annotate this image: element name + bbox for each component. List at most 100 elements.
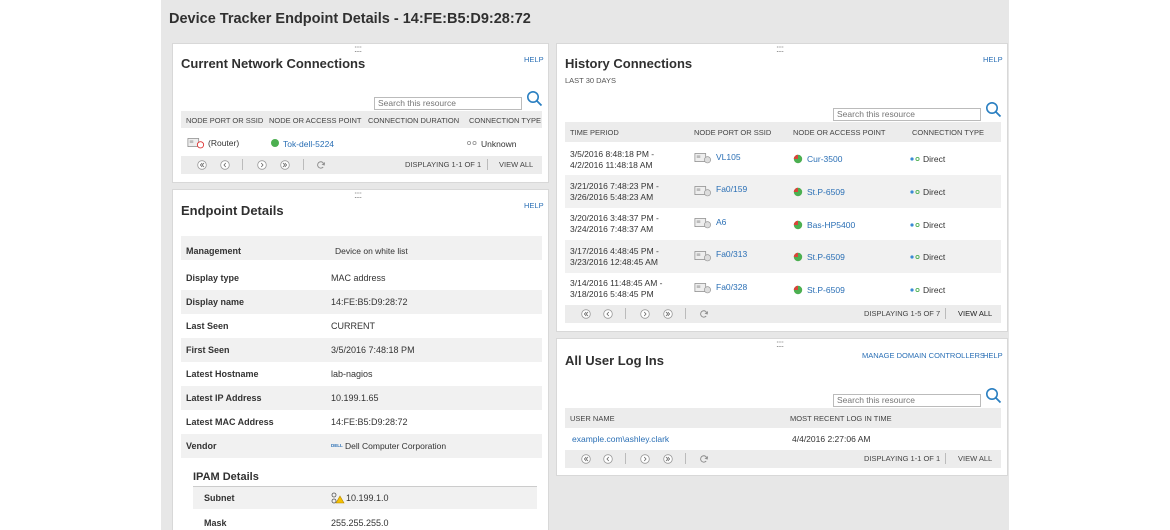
divider xyxy=(625,453,626,464)
latest-hostname-link[interactable]: lab-nagios xyxy=(331,369,373,379)
time-start: 3/21/2016 7:48:23 PM - xyxy=(570,181,659,191)
refresh-icon[interactable] xyxy=(316,160,326,170)
column-header[interactable]: CONNECTION TYPE xyxy=(469,116,541,125)
endpoint-details-panel: :::: Endpoint Details HELP Management De… xyxy=(172,189,549,530)
port-link[interactable]: Fa0/313 xyxy=(716,249,747,259)
port-cell: (Router) xyxy=(208,138,240,148)
port-link[interactable]: VL105 xyxy=(716,152,741,162)
node-status-icon xyxy=(793,154,803,164)
panel-title: History Connections xyxy=(565,56,693,71)
time-start: 3/20/2016 3:48:37 PM - xyxy=(570,213,659,223)
help-link[interactable]: HELP xyxy=(983,55,1003,64)
next-page-icon[interactable] xyxy=(640,454,650,464)
port-icon xyxy=(694,250,712,262)
view-all-link[interactable]: VIEW ALL xyxy=(499,160,533,169)
first-page-icon[interactable] xyxy=(197,160,207,170)
node-status-icon xyxy=(793,220,803,230)
connection-unknown-icon xyxy=(467,140,477,146)
search-box xyxy=(833,104,981,122)
column-header[interactable]: NODE OR ACCESS POINT xyxy=(793,128,886,137)
time-period-cell: 3/20/2016 3:48:37 PM - 3/24/2016 7:48:37… xyxy=(570,213,659,235)
search-icon[interactable] xyxy=(985,387,1002,404)
vendor-value: Dell Computer Corporation xyxy=(345,441,447,451)
drag-handle[interactable]: :::: xyxy=(354,191,362,201)
vendor-label: Vendor xyxy=(186,441,217,451)
first-page-icon[interactable] xyxy=(581,454,591,464)
table-header: USER NAME MOST RECENT LOG IN TIME xyxy=(565,408,1001,428)
view-all-link[interactable]: VIEW ALL xyxy=(958,309,992,318)
connection-type-cell: Direct xyxy=(923,252,946,262)
help-link[interactable]: HELP xyxy=(524,201,544,210)
port-link[interactable]: Fa0/159 xyxy=(716,184,747,194)
column-header[interactable]: MOST RECENT LOG IN TIME xyxy=(790,414,892,423)
connection-type-cell: Direct xyxy=(923,187,946,197)
last-page-icon[interactable] xyxy=(663,454,673,464)
node-link[interactable]: Bas-HP5400 xyxy=(807,220,855,230)
node-link[interactable]: Tok-dell-5224 xyxy=(283,139,334,149)
login-time-cell: 4/4/2016 2:27:06 AM xyxy=(792,434,871,444)
column-header[interactable]: CONNECTION TYPE xyxy=(912,128,984,137)
manage-domain-controllers-link[interactable]: MANAGE DOMAIN CONTROLLERS xyxy=(862,351,985,360)
node-link[interactable]: St.P-6509 xyxy=(807,252,845,262)
time-end: 3/23/2016 12:48:45 AM xyxy=(570,257,658,267)
last-page-icon[interactable] xyxy=(280,160,290,170)
time-start: 3/17/2016 4:48:45 PM - xyxy=(570,246,659,256)
search-input[interactable] xyxy=(833,393,981,407)
port-link[interactable]: Fa0/328 xyxy=(716,282,747,292)
latest-ip-link[interactable]: 10.199.1.65 xyxy=(331,393,379,403)
column-header[interactable]: USER NAME xyxy=(570,414,615,423)
dell-logo: DELL xyxy=(331,443,343,448)
node-link[interactable]: St.P-6509 xyxy=(807,285,845,295)
panel-title: Current Network Connections xyxy=(181,56,366,71)
view-all-link[interactable]: VIEW ALL xyxy=(958,454,992,463)
column-header[interactable]: CONNECTION DURATION xyxy=(368,116,459,125)
divider xyxy=(625,308,626,319)
column-header[interactable]: NODE PORT OR SSID xyxy=(694,128,771,137)
subnet-label: Subnet xyxy=(204,493,235,503)
column-header[interactable]: TIME PERIOD xyxy=(570,128,619,137)
help-link[interactable]: HELP xyxy=(524,55,544,64)
displaying-count: DISPLAYING 1-5 OF 7 xyxy=(864,309,941,318)
search-input[interactable] xyxy=(374,96,522,110)
last-page-icon[interactable] xyxy=(663,309,673,319)
node-link[interactable]: Cur-3500 xyxy=(807,154,842,164)
divider xyxy=(242,159,243,170)
user-logins-panel: :::: All User Log Ins MANAGE DOMAIN CONT… xyxy=(556,338,1008,476)
drag-handle[interactable]: :::: xyxy=(776,45,784,55)
latest-mac-link[interactable]: 14:FE:B5:D9:28:72 xyxy=(331,417,408,427)
time-period-cell: 3/5/2016 8:48:18 PM - 4/2/2016 11:48:18 … xyxy=(570,149,654,171)
refresh-icon[interactable] xyxy=(699,454,709,464)
prev-page-icon[interactable] xyxy=(603,309,613,319)
first-seen-label: First Seen xyxy=(186,345,230,355)
next-page-icon[interactable] xyxy=(257,160,267,170)
prev-page-icon[interactable] xyxy=(220,160,230,170)
next-page-icon[interactable] xyxy=(640,309,650,319)
column-header[interactable]: NODE OR ACCESS POINT xyxy=(269,116,362,125)
time-period-cell: 3/21/2016 7:48:23 PM - 3/26/2016 5:48:23… xyxy=(570,181,659,203)
pager: DISPLAYING 1-1 OF 1 VIEW ALL xyxy=(565,450,1001,468)
history-connections-panel: :::: History Connections LAST 30 DAYS HE… xyxy=(556,43,1008,332)
refresh-icon[interactable] xyxy=(699,309,709,319)
prev-page-icon[interactable] xyxy=(603,454,613,464)
first-page-icon[interactable] xyxy=(581,309,591,319)
search-input[interactable] xyxy=(833,107,981,121)
connection-type-cell: Direct xyxy=(923,285,946,295)
search-icon[interactable] xyxy=(526,90,543,107)
subnet-link[interactable]: 10.199.1.0 xyxy=(346,493,389,503)
node-link[interactable]: St.P-6509 xyxy=(807,187,845,197)
latest-hostname-label: Latest Hostname xyxy=(186,369,259,379)
displaying-count: DISPLAYING 1-1 OF 1 xyxy=(405,160,482,169)
table-header: TIME PERIOD NODE PORT OR SSID NODE OR AC… xyxy=(565,122,1001,142)
user-name-link[interactable]: example.com\ashley.clark xyxy=(572,434,669,444)
page-title: Device Tracker Endpoint Details - 14:FE:… xyxy=(169,11,531,27)
management-value-link[interactable]: Device on white list xyxy=(335,246,408,256)
search-icon[interactable] xyxy=(985,101,1002,118)
display-type-label: Display type xyxy=(186,273,240,283)
drag-handle[interactable]: :::: xyxy=(354,45,362,55)
help-link[interactable]: HELP xyxy=(983,351,1003,360)
column-header[interactable]: NODE PORT OR SSID xyxy=(186,116,263,125)
time-period-cell: 3/17/2016 4:48:45 PM - 3/23/2016 12:48:4… xyxy=(570,246,659,268)
panel-subtitle: LAST 30 DAYS xyxy=(565,76,616,85)
drag-handle[interactable]: :::: xyxy=(776,340,784,350)
port-link[interactable]: A6 xyxy=(716,217,726,227)
